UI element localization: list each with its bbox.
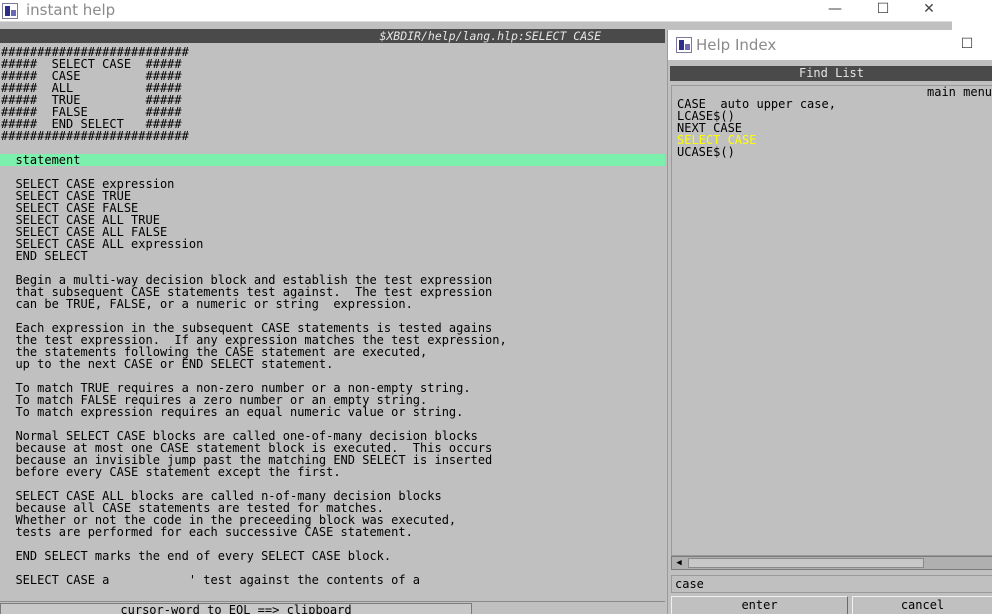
help-line: before every CASE statement except the f… [1, 465, 341, 479]
help-line: SELECT CASE ALL expression [1, 237, 204, 251]
help-line: up to the next CASE or END SELECT statem… [1, 357, 334, 371]
find-list-header: Find List [670, 66, 992, 81]
maximize-icon[interactable]: ☐ [944, 35, 990, 55]
highlighted-line: statement [0, 154, 665, 166]
app-icon [2, 3, 18, 19]
maximize-icon[interactable]: ☐ [860, 0, 906, 20]
help-line: tests are performed for each successive … [1, 525, 413, 539]
help-line: SELECT CASE a ' test against the content… [1, 573, 421, 587]
index-window-title: Help Index [696, 36, 777, 54]
status-bar: cursor-word to EOL ==> clipboard [0, 601, 665, 614]
copy-to-clipboard-button[interactable]: cursor-word to EOL ==> clipboard [0, 603, 472, 614]
close-icon[interactable]: ✕ [906, 0, 952, 20]
help-line: can be TRUE, FALSE, or a numeric or stri… [1, 297, 413, 311]
help-text-area[interactable]: ########################## ##### SELECT C… [0, 46, 665, 600]
help-line: END SELECT [1, 249, 88, 263]
find-list[interactable]: auto upper case, main menu CASE LCASE$() N… [671, 85, 992, 556]
main-titlebar[interactable]: instant help — ☐ ✕ [0, 0, 952, 22]
list-item-label: auto upper case, [720, 97, 836, 111]
help-line: To match expression requires an equal nu… [1, 405, 464, 419]
help-line [0, 142, 665, 154]
main-menu-label: main menu [927, 85, 992, 99]
main-window-title: instant help [26, 1, 116, 19]
horizontal-scrollbar[interactable]: ◀ [671, 556, 992, 570]
help-file-path-header: $XBDIR/help/lang.hlp:SELECT CASE [0, 29, 665, 43]
help-index-window: Help Index ☐ Find List auto upper case, … [667, 30, 992, 614]
help-line: ########################## [1, 129, 189, 143]
index-titlebar[interactable]: Help Index ☐ [668, 30, 992, 60]
cancel-button[interactable]: cancel [852, 596, 992, 614]
scroll-left-icon[interactable]: ◀ [673, 558, 685, 568]
minimize-icon[interactable]: — [812, 0, 858, 20]
scrollbar-thumb[interactable] [688, 558, 924, 568]
list-item[interactable]: auto upper case, main menu [672, 85, 992, 110]
app-icon [676, 37, 692, 53]
enter-button[interactable]: enter [671, 596, 848, 614]
help-line: END SELECT marks the end of every SELECT… [1, 549, 392, 563]
list-item[interactable]: UCASE$() [672, 146, 992, 158]
search-input[interactable] [671, 575, 992, 593]
